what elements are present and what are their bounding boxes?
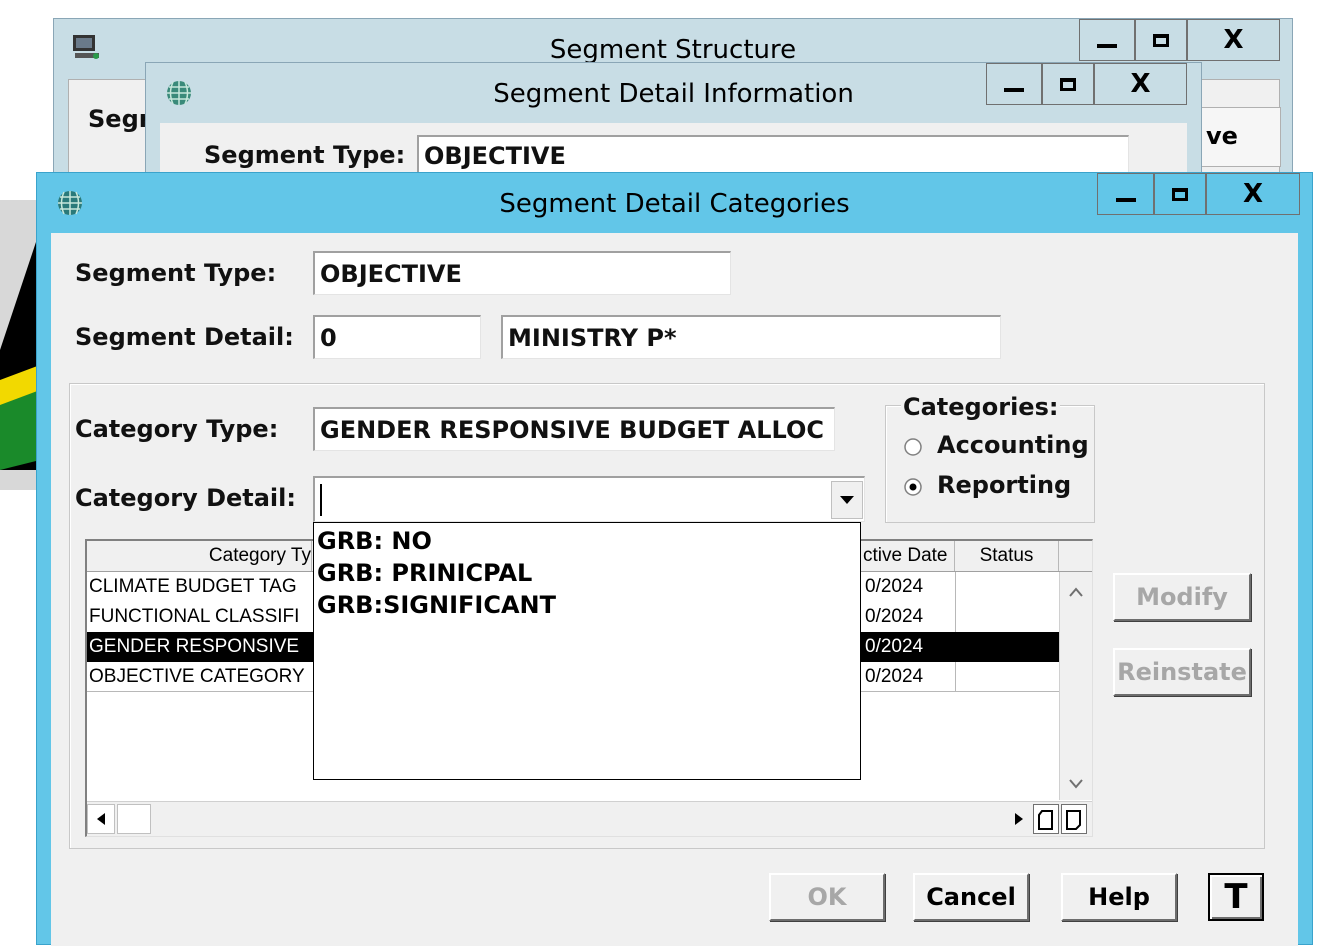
header-effective-date[interactable]: ctive Date <box>863 541 955 571</box>
structure-partial-button-label: ve <box>1206 122 1238 150</box>
scroll-right-button[interactable] <box>1007 804 1031 834</box>
text-cursor <box>320 484 322 516</box>
segment-type-field[interactable]: OBJECTIVE <box>417 135 1129 175</box>
scroll-left-icon <box>97 813 105 825</box>
segment-detail-categories-window: Segment Detail Categories X Segment Type… <box>36 172 1313 946</box>
maximize-icon <box>1172 187 1188 201</box>
modify-button[interactable]: Modify <box>1113 573 1251 621</box>
toolbar-t-button[interactable]: T <box>1208 873 1264 921</box>
radio-accounting-label: Accounting <box>937 431 1089 459</box>
radio-selected-icon <box>904 478 922 496</box>
minimize-icon <box>1004 88 1024 92</box>
categories-legend: Categories: <box>901 393 1061 421</box>
row-category: GENDER RESPONSIVE <box>89 636 300 657</box>
dropdown-option[interactable]: GRB: PRINICPAL <box>317 557 532 589</box>
row-date: 0/2024 <box>865 636 924 657</box>
t-icon: T <box>1224 877 1248 917</box>
scroll-left-button[interactable] <box>87 804 115 834</box>
cancel-button[interactable]: Cancel <box>913 873 1029 921</box>
segment-detail-name-field[interactable]: MINISTRY P* <box>501 315 1001 359</box>
scroll-right-icon <box>1015 813 1023 825</box>
category-type-field[interactable]: GENDER RESPONSIVE BUDGET ALLOC <box>313 407 835 451</box>
segment-type-label: Segment Type: <box>75 259 277 287</box>
page-icon <box>1038 810 1053 830</box>
segment-detail-information-window: Segment Detail Information X Segment Typ… <box>145 62 1202 193</box>
close-button[interactable]: X <box>1094 63 1187 105</box>
dialog-body: Segment Type: OBJECTIVE Segment Detail: … <box>51 233 1298 946</box>
close-button[interactable]: X <box>1187 19 1280 61</box>
page-prev-button[interactable] <box>1033 804 1059 834</box>
vertical-scrollbar[interactable] <box>1059 572 1092 800</box>
page-next-button[interactable] <box>1061 804 1087 834</box>
category-detail-label: Category Detail: <box>75 484 296 512</box>
segment-detail-code-field[interactable]: 0 <box>313 315 481 359</box>
close-button[interactable]: X <box>1206 173 1300 215</box>
row-category: CLIMATE BUDGET TAG <box>89 576 297 597</box>
dropdown-arrow-button[interactable] <box>831 481 863 519</box>
row-divider <box>955 662 956 692</box>
dropdown-option[interactable]: GRB:SIGNIFICANT <box>317 589 556 621</box>
segment-type-field[interactable]: OBJECTIVE <box>313 251 731 295</box>
row-category: OBJECTIVE CATEGORY <box>89 666 305 687</box>
category-detail-combobox[interactable] <box>313 476 865 522</box>
maximize-button[interactable] <box>1154 173 1206 215</box>
structure-partial-button[interactable]: ve <box>1201 107 1281 167</box>
structure-partial-label: Segr <box>88 105 151 133</box>
radio-reporting-label: Reporting <box>937 471 1072 499</box>
scroll-thumb[interactable] <box>117 804 151 834</box>
page-icon <box>1066 810 1081 830</box>
header-status[interactable]: Status <box>955 541 1059 571</box>
categories-groupbox <box>885 405 1095 523</box>
desktop-flag-graphic <box>0 230 40 470</box>
maximize-button[interactable] <box>1135 19 1187 61</box>
minimize-icon <box>1115 198 1136 202</box>
header-category-type[interactable]: Category Ty <box>87 541 312 571</box>
maximize-icon <box>1060 77 1076 91</box>
segment-type-label: Segment Type: <box>204 141 406 169</box>
radio-reporting[interactable]: Reporting <box>903 471 1083 503</box>
category-detail-dropdown-list[interactable]: GRB: NO GRB: PRINICPAL GRB:SIGNIFICANT <box>313 522 861 780</box>
minimize-button[interactable] <box>1097 173 1154 215</box>
scroll-up-icon[interactable] <box>1060 576 1092 606</box>
maximize-icon <box>1153 33 1169 47</box>
minimize-icon <box>1097 44 1117 48</box>
row-divider <box>955 602 956 632</box>
segment-detail-label: Segment Detail: <box>75 323 294 351</box>
row-date: 0/2024 <box>865 606 924 627</box>
horizontal-scrollbar[interactable] <box>87 801 1092 836</box>
category-type-label: Category Type: <box>75 415 279 443</box>
scroll-down-icon[interactable] <box>1060 770 1092 800</box>
dropdown-option[interactable]: GRB: NO <box>317 525 432 557</box>
row-divider <box>955 572 956 602</box>
reinstate-button[interactable]: Reinstate <box>1113 648 1251 696</box>
radio-empty-icon <box>904 438 922 456</box>
help-button[interactable]: Help <box>1061 873 1177 921</box>
row-category: FUNCTIONAL CLASSIFI <box>89 606 300 627</box>
ok-button[interactable]: OK <box>769 873 885 921</box>
chevron-down-icon <box>840 496 854 504</box>
row-date: 0/2024 <box>865 666 924 687</box>
radio-accounting[interactable]: Accounting <box>903 431 1089 463</box>
row-date: 0/2024 <box>865 576 924 597</box>
maximize-button[interactable] <box>1042 63 1094 105</box>
minimize-button[interactable] <box>1079 19 1135 61</box>
minimize-button[interactable] <box>986 63 1042 105</box>
